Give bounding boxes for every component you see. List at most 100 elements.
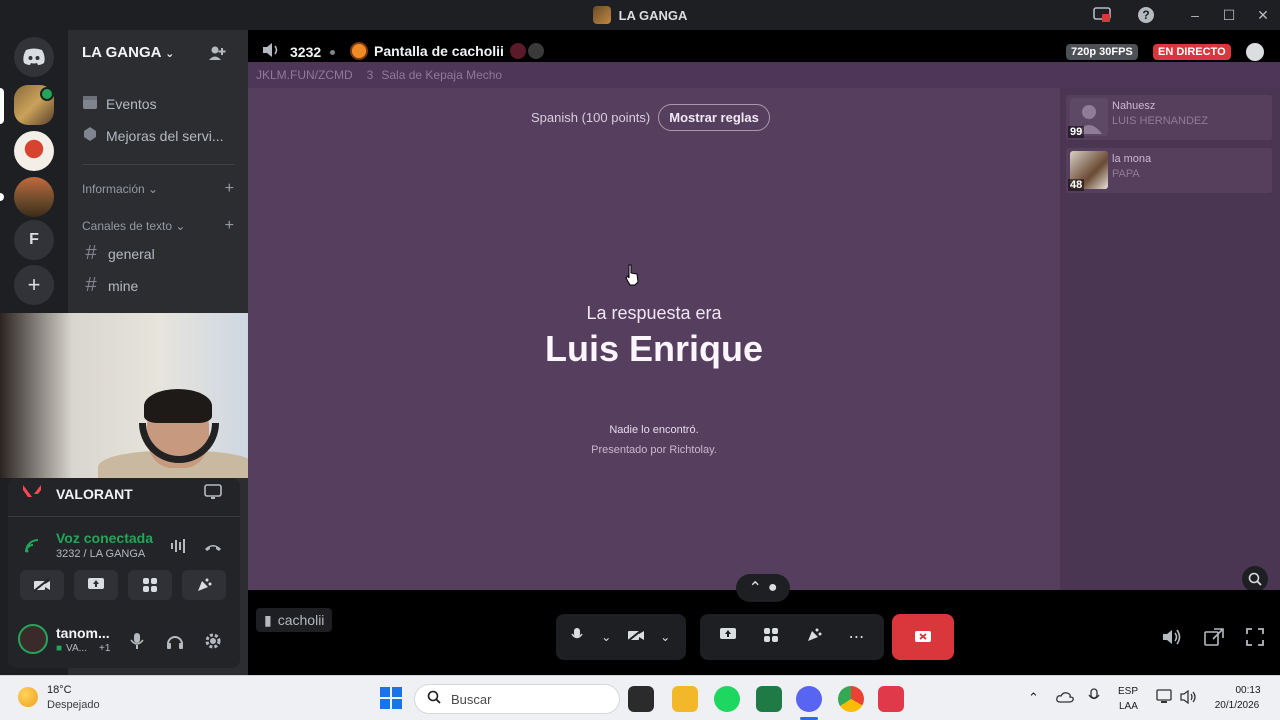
player-name: Nahuesz [1112, 100, 1156, 112]
microphone-tray-icon[interactable] [1088, 688, 1100, 709]
expand-participants-button[interactable]: ⌃ ● [736, 574, 790, 602]
guild-header[interactable]: LA GANGA ⌄ [82, 44, 174, 61]
close-button[interactable]: ✕ [1246, 7, 1280, 24]
weather-moon-icon [18, 687, 38, 707]
window-title-text: LA GANGA [618, 7, 688, 23]
chevron-down-icon[interactable]: ⌄ [652, 630, 678, 644]
keyboard-lang-1[interactable]: ESP [1118, 686, 1138, 697]
microphone-button[interactable] [564, 627, 590, 648]
selected-server-indicator [0, 88, 4, 124]
channel-mine[interactable]: # mine [82, 274, 138, 297]
server-3-icon[interactable] [14, 177, 54, 217]
share-screen-button[interactable] [74, 570, 118, 600]
camera-off-button[interactable] [20, 570, 64, 600]
more-options-button[interactable]: ⋯ [844, 627, 870, 647]
weather-desc[interactable]: Despejado [47, 699, 100, 711]
headphones-icon[interactable] [166, 632, 184, 655]
server-f-icon[interactable]: F [14, 220, 54, 260]
taskbar: 18°C Despejado Buscar ⌃ ESP LAA 00:13 20… [0, 675, 1280, 720]
username[interactable]: tanom... [56, 625, 110, 641]
invite-people-icon[interactable] [208, 44, 226, 67]
category-canales-de-texto[interactable]: Canales de texto ⌄ [82, 219, 185, 233]
maximize-button[interactable]: ☐ [1212, 7, 1246, 24]
weather-temp[interactable]: 18°C [47, 684, 72, 696]
activities-button[interactable] [758, 627, 784, 648]
screen-share-icon[interactable] [1092, 5, 1112, 25]
stream-icon[interactable] [204, 484, 222, 505]
file-explorer-icon[interactable] [672, 686, 698, 712]
room-url[interactable]: JKLM.FUN/ZCMD [256, 68, 353, 82]
live-badge: EN DIRECTO [1153, 44, 1231, 60]
fullscreen-icon[interactable] [1246, 628, 1264, 651]
settings-gear-icon[interactable] [204, 632, 222, 655]
minimize-button[interactable]: – [1178, 7, 1212, 23]
show-rules-button[interactable]: Mostrar reglas [658, 104, 770, 131]
stop-watching-button[interactable] [892, 614, 954, 660]
valorant-app-icon[interactable] [878, 686, 904, 712]
hash-icon: # [85, 274, 97, 296]
voice-status[interactable]: Voz conectada [56, 530, 153, 546]
discord-icon[interactable] [796, 686, 822, 712]
noise-suppression-icon[interactable] [170, 538, 188, 557]
people-icon: ● [767, 579, 778, 596]
help-icon[interactable]: ? [1136, 5, 1156, 25]
volume-icon[interactable] [1162, 628, 1182, 651]
camera-off-button[interactable] [623, 627, 649, 647]
chat-bubble-icon[interactable] [1246, 43, 1264, 61]
volume-tray-icon[interactable] [1180, 689, 1198, 710]
player-score: 99 [1068, 126, 1085, 138]
voice-channel-label[interactable]: 3232 [262, 42, 321, 61]
chevron-down-icon: ⌄ [165, 48, 175, 60]
voice-channel-path[interactable]: 3232 / LA GANGA [56, 548, 145, 560]
taskbar-search[interactable]: Buscar [414, 684, 620, 714]
mic-camera-group: ⌄ ⌄ [556, 614, 686, 660]
share-screen-button[interactable] [715, 627, 741, 648]
spotify-icon[interactable] [714, 686, 740, 712]
add-channel-icon[interactable]: + [225, 217, 234, 235]
onedrive-cloud-icon[interactable] [1056, 690, 1074, 708]
windows-start-icon[interactable] [380, 687, 402, 714]
pumpkin-avatar-icon [350, 42, 368, 60]
add-channel-icon[interactable]: + [225, 180, 234, 198]
gamepad-icon: ■ [56, 643, 63, 654]
discord-home-icon[interactable] [14, 37, 54, 77]
soundboard-button[interactable] [801, 627, 827, 648]
clock-time[interactable]: 00:13 [1228, 685, 1268, 696]
channel-general[interactable]: # general [82, 242, 154, 265]
speaker-icon [262, 42, 280, 61]
soundboard-button[interactable] [182, 570, 226, 600]
tray-chevron-up-icon[interactable]: ⌃ [1028, 690, 1039, 706]
stream-title: Pantalla de cacholii [350, 42, 544, 60]
svg-text:?: ? [1142, 8, 1149, 22]
activities-button[interactable] [128, 570, 172, 600]
chevron-down-icon[interactable]: ⌄ [593, 630, 619, 644]
disconnect-icon[interactable] [204, 540, 222, 558]
whatsapp-icon[interactable] [756, 686, 782, 712]
voice-active-icon [40, 87, 54, 101]
category-informacion[interactable]: Información ⌄ [82, 182, 158, 196]
popout-icon[interactable] [1204, 628, 1224, 651]
avatar[interactable] [18, 624, 48, 654]
search-placeholder: Buscar [451, 691, 492, 707]
network-icon[interactable] [1156, 689, 1174, 710]
zoom-in-icon[interactable] [1242, 566, 1268, 592]
search-icon [427, 690, 441, 709]
clock-date[interactable]: 20/1/2026 [1206, 700, 1268, 711]
sidebar-item-boosts[interactable]: Mejoras del servi... [82, 126, 223, 145]
task-view-icon[interactable] [628, 686, 654, 712]
window-title: LA GANGA [592, 6, 688, 24]
microphone-icon[interactable] [130, 632, 144, 655]
keyboard-lang-2[interactable]: LAA [1119, 701, 1138, 712]
add-server-button[interactable]: + [14, 265, 54, 305]
players-panel: 99 Nahuesz LUIS HERNANDEZ 48 la mona PAP… [1060, 88, 1280, 612]
room-name: Sala de Kepaja Mecho [381, 68, 503, 82]
activity-row[interactable]: VALORANT [22, 483, 133, 504]
user-status: ■ VA... +1 [56, 643, 111, 654]
chrome-icon[interactable] [838, 686, 864, 712]
server-2-icon[interactable] [14, 131, 54, 171]
unread-indicator [0, 193, 4, 201]
sidebar-item-eventos[interactable]: Eventos [82, 94, 157, 113]
stream-view: JKLM.FUN/ZCMD 3 Sala de Kepaja Mecho Spa… [248, 62, 1280, 612]
sidebar-item-label: Mejoras del servi... [106, 127, 224, 144]
voice-panel: VALORANT Voz conectada 3232 / LA GANGA t… [8, 478, 240, 668]
